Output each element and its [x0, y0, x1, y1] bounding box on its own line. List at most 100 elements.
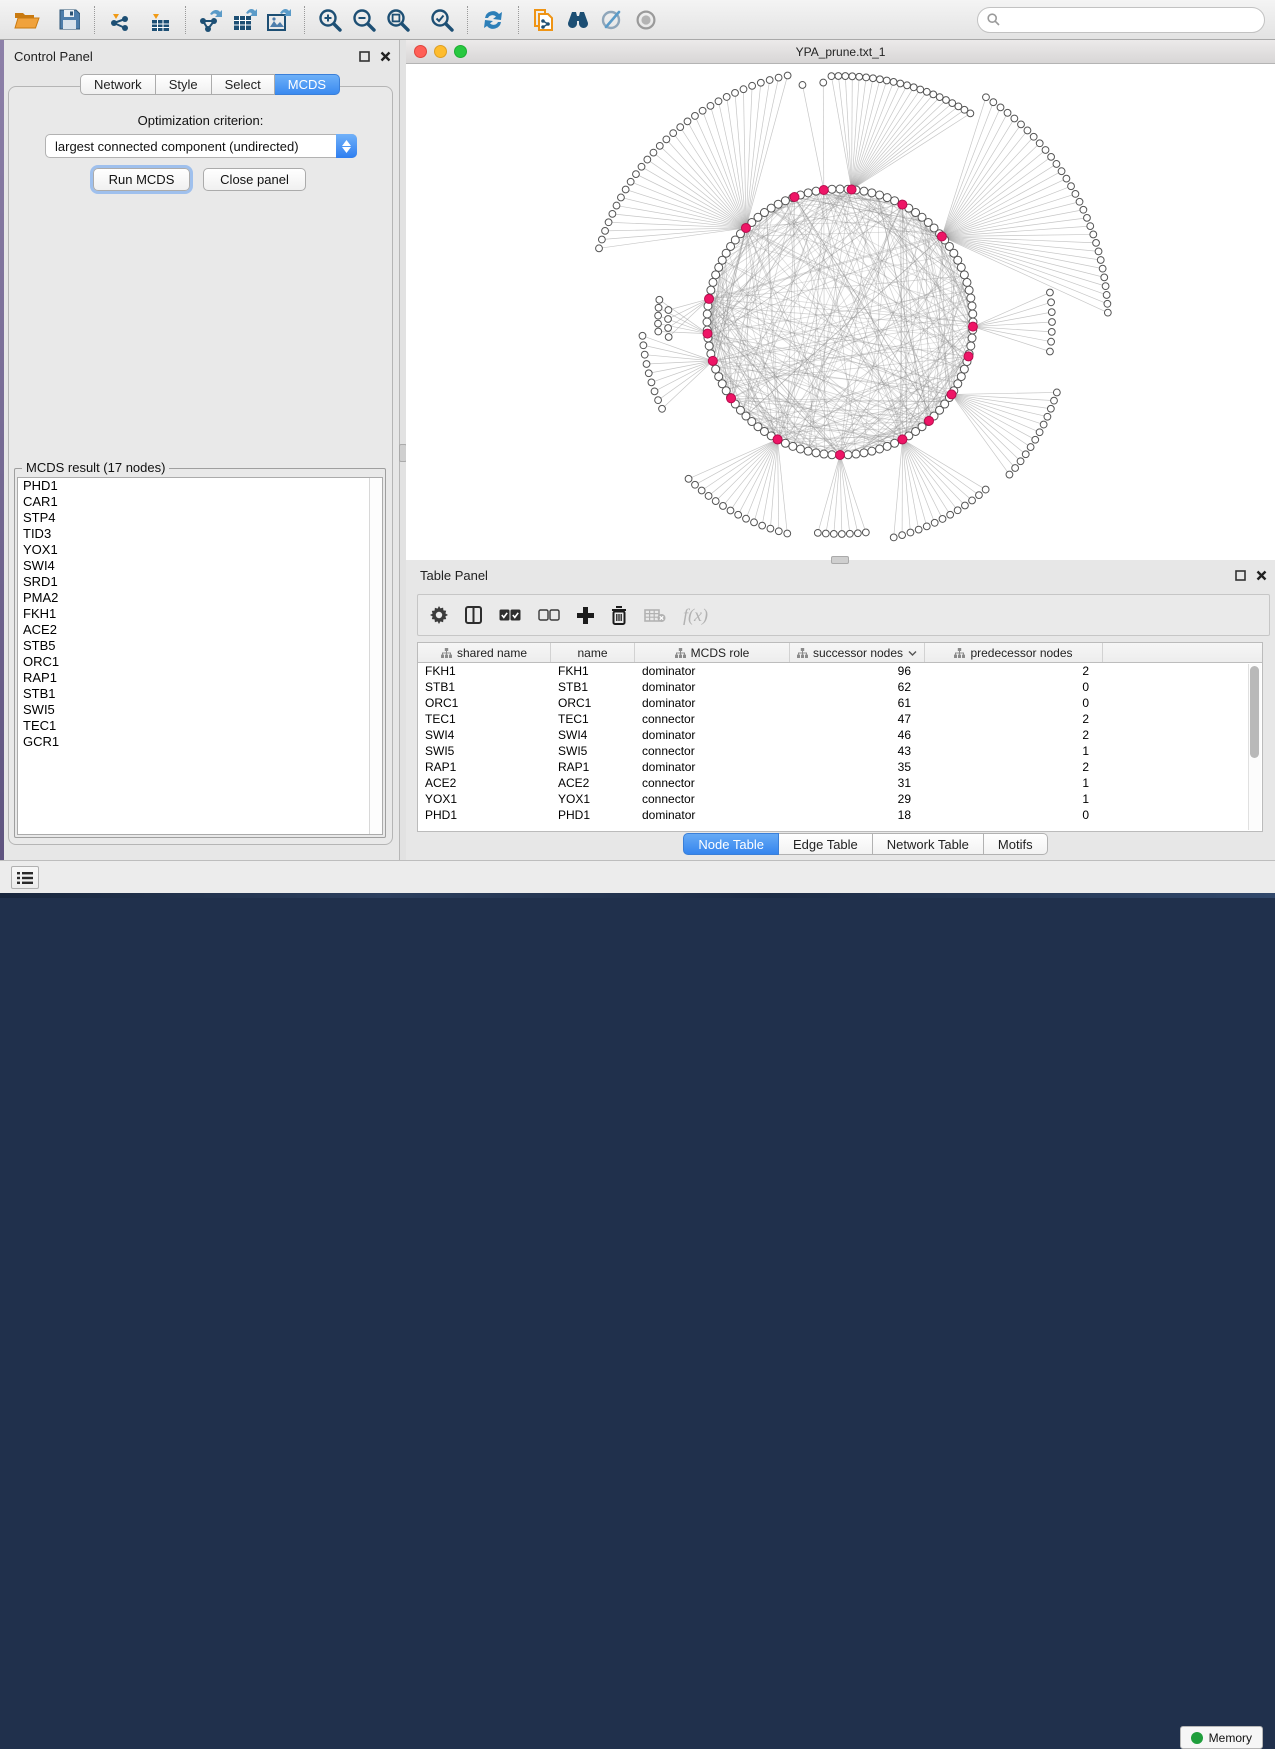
mcds-result-list[interactable]: PHD1CAR1STP4TID3YOX1SWI4SRD1PMA2FKH1ACE2…	[17, 477, 383, 835]
list-item[interactable]: TID3	[18, 526, 382, 542]
list-item[interactable]: STB1	[18, 686, 382, 702]
table-cell: FKH1	[418, 663, 551, 679]
zoom-in-icon	[318, 8, 342, 32]
close-table-panel-icon[interactable]	[1255, 569, 1268, 582]
table-row[interactable]: FKH1FKH1dominator962	[418, 663, 1262, 679]
delete-row-button[interactable]	[611, 606, 627, 625]
list-item[interactable]: TEC1	[18, 718, 382, 734]
list-item[interactable]: STP4	[18, 510, 382, 526]
deselect-all-button[interactable]	[538, 609, 560, 622]
import-network-icon	[108, 8, 132, 32]
show-visual-props-button[interactable]	[629, 4, 663, 36]
zoom-selected-button[interactable]	[425, 4, 459, 36]
network-graph[interactable]	[406, 64, 1275, 560]
run-mcds-button[interactable]: Run MCDS	[93, 168, 190, 191]
status-bar: Memory	[0, 860, 1275, 893]
import-table-button[interactable]	[143, 4, 177, 36]
table-row[interactable]: PHD1PHD1dominator180	[418, 807, 1262, 823]
list-item[interactable]: GCR1	[18, 734, 382, 750]
zoom-out-button[interactable]	[347, 4, 381, 36]
table-row[interactable]: TEC1TEC1connector472	[418, 711, 1262, 727]
table-cell: 0	[925, 679, 1103, 695]
find-button[interactable]	[561, 4, 595, 36]
tab-motifs[interactable]: Motifs	[984, 833, 1048, 855]
table-settings-button[interactable]	[430, 606, 448, 624]
table-cell: STB1	[551, 679, 635, 695]
delete-table-icon	[644, 608, 666, 623]
column-header[interactable]: successor nodes	[790, 643, 925, 662]
list-item[interactable]: SWI4	[18, 558, 382, 574]
memory-status-icon	[1191, 1732, 1203, 1744]
control-panel-title: Control Panel	[14, 49, 93, 64]
memory-button[interactable]: Memory	[1180, 1726, 1263, 1749]
hide-visual-props-button[interactable]	[595, 4, 629, 36]
column-header[interactable]: MCDS role	[635, 643, 790, 662]
close-panel-icon[interactable]	[379, 50, 392, 63]
refresh-layout-button[interactable]	[476, 4, 510, 36]
open-file-button[interactable]	[10, 4, 44, 36]
sort-chevron-icon	[908, 650, 917, 656]
tab-network-table[interactable]: Network Table	[873, 833, 984, 855]
zoom-in-button[interactable]	[313, 4, 347, 36]
column-header[interactable]: predecessor nodes	[925, 643, 1103, 662]
clone-network-button[interactable]	[527, 4, 561, 36]
list-item[interactable]: YOX1	[18, 542, 382, 558]
search-input[interactable]	[1000, 13, 1255, 27]
tab-node-table[interactable]: Node Table	[683, 833, 779, 855]
zoom-fit-button[interactable]	[381, 4, 415, 36]
column-header-label: MCDS role	[691, 646, 750, 660]
list-item[interactable]: SRD1	[18, 574, 382, 590]
show-task-history-button[interactable]	[11, 866, 39, 889]
list-item[interactable]: ACE2	[18, 622, 382, 638]
show-columns-button[interactable]	[465, 606, 482, 624]
list-item[interactable]: CAR1	[18, 494, 382, 510]
list-item[interactable]: STB5	[18, 638, 382, 654]
table-cell: 62	[790, 679, 925, 695]
function-builder-button[interactable]: f(x)	[683, 605, 708, 626]
list-item[interactable]: PHD1	[18, 478, 382, 494]
mcds-list-scrollbar[interactable]	[369, 478, 382, 834]
tab-mcds[interactable]: MCDS	[275, 74, 340, 95]
table-scrollbar-thumb[interactable]	[1250, 666, 1259, 758]
add-row-button[interactable]	[577, 607, 594, 624]
export-image-button[interactable]	[262, 4, 296, 36]
tab-select[interactable]: Select	[212, 74, 275, 95]
table-row[interactable]: RAP1RAP1dominator352	[418, 759, 1262, 775]
float-panel-icon[interactable]	[358, 50, 371, 63]
network-window-titlebar[interactable]: YPA_prune.txt_1	[406, 40, 1275, 64]
node-table[interactable]: shared namename MCDS role successor nodesp…	[417, 642, 1263, 832]
table-row[interactable]: STB1STB1dominator620	[418, 679, 1262, 695]
tab-style[interactable]: Style	[156, 74, 212, 95]
list-item[interactable]: SWI5	[18, 702, 382, 718]
select-all-icon	[499, 609, 521, 622]
export-table-button[interactable]	[228, 4, 262, 36]
table-row[interactable]: YOX1YOX1connector291	[418, 791, 1262, 807]
criterion-select[interactable]: largest connected component (undirected)	[45, 134, 357, 158]
close-panel-button[interactable]: Close panel	[203, 168, 306, 191]
select-all-button[interactable]	[499, 609, 521, 622]
save-session-button[interactable]	[52, 4, 86, 36]
table-row[interactable]: SWI4SWI4dominator462	[418, 727, 1262, 743]
search-box[interactable]	[977, 7, 1265, 33]
import-network-button[interactable]	[103, 4, 137, 36]
export-network-button[interactable]	[194, 4, 228, 36]
list-item[interactable]: FKH1	[18, 606, 382, 622]
table-row[interactable]: SWI5SWI5connector431	[418, 743, 1262, 759]
table-row[interactable]: ORC1ORC1dominator610	[418, 695, 1262, 711]
table-panel-title: Table Panel	[420, 568, 488, 583]
horizontal-splitter-handle[interactable]	[831, 556, 849, 564]
list-item[interactable]: ORC1	[18, 654, 382, 670]
tab-network[interactable]: Network	[80, 74, 156, 95]
control-panel: Control Panel Network Style Select MCDS …	[4, 40, 400, 860]
tab-edge-table[interactable]: Edge Table	[779, 833, 873, 855]
list-item[interactable]: PMA2	[18, 590, 382, 606]
table-cell: dominator	[635, 759, 790, 775]
network-canvas[interactable]	[406, 64, 1275, 560]
column-header[interactable]: shared name	[418, 643, 551, 662]
main-toolbar	[0, 0, 1275, 40]
column-header[interactable]: name	[551, 643, 635, 662]
list-item[interactable]: RAP1	[18, 670, 382, 686]
table-row[interactable]: ACE2ACE2connector311	[418, 775, 1262, 791]
destroy-table-button[interactable]	[644, 608, 666, 623]
float-table-panel-icon[interactable]	[1234, 569, 1247, 582]
